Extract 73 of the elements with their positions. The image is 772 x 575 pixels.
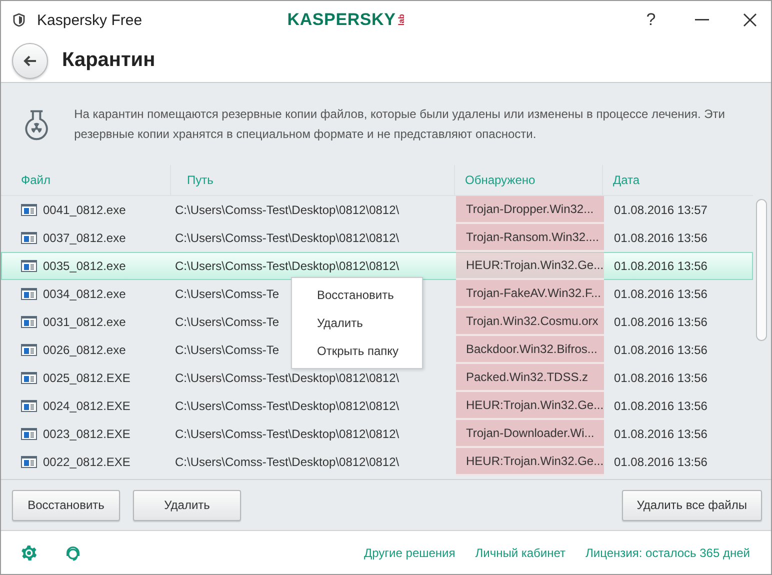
table-cell: Trojan-Downloader.Wi... [456, 420, 604, 448]
file-icon [21, 344, 37, 356]
file-icon [21, 372, 37, 384]
table-cell: 0031_0812.exe [5, 309, 172, 335]
table-cell-text: 01.08.2016 13:56 [613, 398, 708, 415]
support-icon[interactable] [64, 544, 82, 562]
table-cell: 0035_0812.exe [5, 253, 172, 279]
table-cell: Packed.Win32.TDSS.z [456, 364, 604, 392]
table-cell: 0041_0812.exe [5, 197, 172, 223]
table-cell-text: 01.08.2016 13:56 [613, 314, 708, 331]
brand-logo: KASPERSKY lab [287, 10, 406, 30]
table-cell: Trojan.Win32.Cosmu.orx [456, 308, 604, 336]
help-button[interactable]: ? [641, 10, 661, 30]
info-text: На карантин помещаются резервные копии файлов, которые были удалены или изменены в процессе лечения. Эти резервные копии хранятся в специальном формате и не представляют опасности. [74, 106, 726, 143]
footer-link[interactable]: Личный кабинет [475, 546, 566, 560]
table-cell: 0022_0812.EXE [5, 449, 172, 475]
back-arrow-icon [23, 54, 37, 66]
minimize-icon[interactable] [695, 19, 709, 21]
menu-item[interactable]: Открыть папку [292, 337, 422, 365]
window-title: Kaspersky Free [37, 12, 142, 28]
action-button[interactable]: Удалить все файлы [622, 490, 762, 520]
table-cell-text: 01.08.2016 13:57 [613, 202, 708, 219]
file-icon [21, 232, 37, 244]
menu-item[interactable]: Восстановить [292, 281, 422, 309]
table-cell-text: 01.08.2016 13:56 [613, 230, 708, 247]
table-cell: C:\Users\Comss-Test\Desktop\0812\0812\ [175, 231, 400, 245]
table-cell: 0025_0812.EXE [5, 365, 172, 391]
table-cell: C:\Users\Comss-Test\Desktop\0812\0812\ [175, 259, 400, 273]
table-cell: C:\Users\Comss-Test\Desktop\0812\0812\ [175, 399, 400, 413]
table-cell: C:\Users\Comss-Te [175, 287, 280, 301]
file-icon [21, 316, 37, 328]
table-cell-text: 01.08.2016 13:56 [613, 342, 708, 359]
table-cell-text: 01.08.2016 13:56 [613, 258, 708, 275]
table-cell: C:\Users\Comss-Test\Desktop\0812\0812\ [175, 455, 400, 469]
footer-link[interactable]: Другие решения [364, 546, 456, 560]
table-cell: C:\Users\Comss-Te [175, 343, 280, 357]
table-cell: Trojan-FakeAV.Win32.F... [456, 280, 604, 308]
table-cell-text: 01.08.2016 13:56 [613, 286, 708, 303]
footer-link[interactable]: Лицензия: осталось 365 дней [586, 546, 750, 560]
file-icon [21, 400, 37, 412]
table-cell: Trojan-Ransom.Win32.... [456, 224, 604, 252]
table-cell: HEUR:Trojan.Win32.Ge... [456, 448, 604, 476]
settings-icon[interactable] [21, 544, 37, 560]
table-cell: 0037_0812.exe [5, 225, 172, 251]
table-cell: HEUR:Trojan.Win32.Ge... [456, 392, 604, 420]
menu-item[interactable]: Удалить [292, 309, 422, 337]
file-icon [21, 288, 37, 300]
table-cell-text: 01.08.2016 13:56 [613, 426, 708, 443]
table-cell: C:\Users\Comss-Test\Desktop\0812\0812\ [175, 427, 400, 441]
table-cell: 0026_0812.exe [5, 337, 172, 363]
scrollbar-thumb[interactable] [756, 199, 767, 341]
table-cell: Backdoor.Win32.Bifros... [456, 336, 604, 364]
file-icon [21, 204, 37, 216]
table-row[interactable]: 0035_0812.exe C:\Users\Comss-Test\Desktop\0812\0812\ HEUR:Trojan.Win32.Ge... 01.08.2016 13:56 [1, 252, 753, 280]
table-cell: C:\Users\Comss-Test\Desktop\0812\0812\ [175, 371, 400, 385]
table-cell-text: 01.08.2016 13:56 [613, 454, 708, 471]
table-cell: HEUR:Trojan.Win32.Ge... [456, 252, 604, 280]
shield-icon [13, 13, 25, 27]
table-cell: C:\Users\Comss-Te [175, 315, 280, 329]
file-icon [21, 456, 37, 468]
file-icon [21, 428, 37, 440]
page-title: Карантин [62, 49, 156, 72]
back-button[interactable] [12, 42, 48, 78]
table-cell: Trojan-Dropper.Win32... [456, 196, 604, 224]
table-cell-text: 01.08.2016 13:56 [613, 370, 708, 387]
table-cell: C:\Users\Comss-Test\Desktop\0812\0812\ [175, 203, 400, 217]
table-cell: 0024_0812.EXE [5, 393, 172, 419]
action-button[interactable]: Восстановить [12, 490, 120, 520]
table-cell: 0034_0812.exe [5, 281, 172, 307]
close-icon[interactable] [743, 13, 757, 27]
table-cell: 0023_0812.EXE [5, 421, 172, 447]
file-icon [21, 260, 37, 272]
action-button[interactable]: Удалить [133, 490, 241, 520]
